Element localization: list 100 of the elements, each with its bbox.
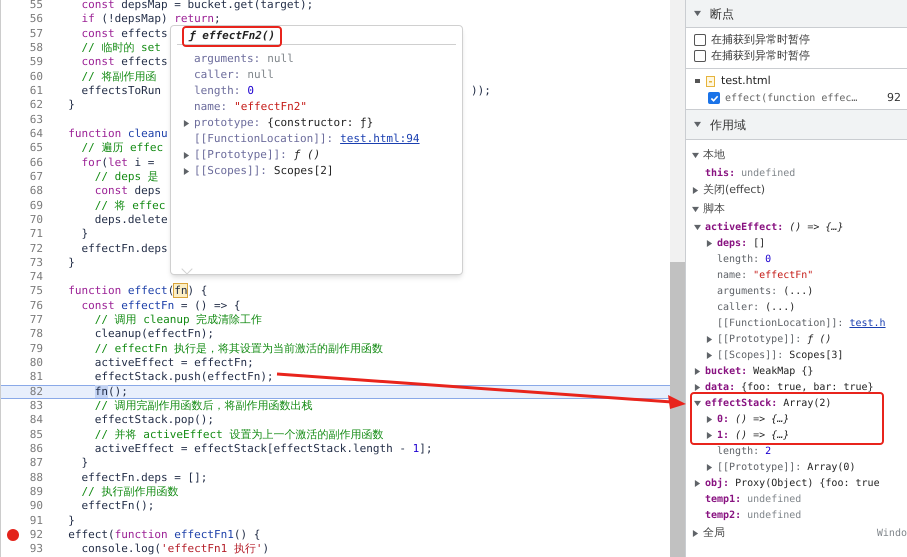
property-name: arguments:	[194, 50, 260, 67]
expand-triangle-icon[interactable]	[694, 400, 701, 406]
expand-triangle-icon[interactable]	[183, 168, 190, 174]
code-text: if (!depsMap) return;	[80, 11, 221, 28]
expand-triangle-icon[interactable]	[692, 152, 699, 159]
section-title: 作用域	[710, 116, 746, 134]
property-name: length:	[717, 444, 760, 458]
property-name: name:	[717, 268, 748, 282]
checkbox[interactable]	[694, 50, 706, 62]
expand-triangle-icon[interactable]	[183, 152, 190, 158]
property-name: [[Prototype]]:	[194, 146, 287, 163]
property-value: (...)	[783, 284, 814, 298]
line-number: 93	[30, 541, 43, 557]
line-number: 81	[30, 369, 43, 386]
code-text: console.log('effectFn1 执行')	[80, 541, 270, 557]
code-text: activeEffect = effectStack[effectStack.length - 1];	[94, 441, 433, 458]
line-number: 75	[30, 283, 43, 300]
section-title: 断点	[710, 6, 734, 22]
property-name: deps:	[717, 236, 748, 250]
section-header[interactable]: 作用域	[686, 110, 907, 140]
property-name: obj:	[705, 476, 730, 490]
scrollbar-thumb[interactable]	[670, 262, 685, 557]
expand-triangle-icon[interactable]	[694, 480, 701, 486]
property-value: Scopes[3]	[789, 348, 844, 362]
expand-triangle-icon[interactable]	[706, 352, 713, 358]
property-value[interactable]: test.h	[849, 316, 886, 330]
property-name: 1:	[717, 428, 730, 442]
property-name: [[Prototype]]:	[717, 460, 802, 474]
line-number: 85	[30, 426, 43, 443]
expand-triangle-icon[interactable]	[694, 10, 701, 17]
code-text: // deps 是	[94, 168, 159, 185]
line-number: 68	[30, 183, 43, 200]
property-name: 0:	[717, 412, 730, 426]
line-number: 65	[30, 140, 43, 156]
option-label: 在捕获到异常时暂停	[711, 48, 810, 64]
property-value: undefined	[747, 508, 802, 522]
expand-triangle-icon[interactable]	[706, 240, 713, 246]
property-value: () => {…}	[735, 428, 790, 442]
checkbox[interactable]	[694, 34, 706, 46]
expand-triangle-icon[interactable]	[694, 384, 701, 390]
scope-row[interactable]: 脚本	[686, 200, 907, 219]
property-value: ƒ ()	[294, 146, 320, 163]
line-number: 78	[30, 326, 43, 342]
line-number: 70	[30, 212, 43, 228]
property-value: null	[247, 66, 274, 83]
property-value: () => {…}	[789, 220, 844, 234]
line-number: 84	[30, 412, 43, 428]
line-number: 83	[30, 398, 43, 414]
line-number: 90	[30, 498, 43, 514]
property-name: [[FunctionLocation]]:	[194, 130, 334, 147]
expand-triangle-icon[interactable]	[706, 432, 713, 438]
property-value: []	[753, 236, 766, 250]
expand-triangle-icon[interactable]	[706, 416, 713, 422]
line-number: 89	[30, 484, 43, 500]
expand-triangle-icon[interactable]	[694, 368, 701, 374]
expand-triangle-icon[interactable]	[694, 121, 701, 128]
scrollbar-track[interactable]	[670, 0, 685, 557]
expand-triangle-icon[interactable]	[692, 530, 699, 536]
code-text: effectFn();	[80, 498, 154, 514]
line-number: 86	[30, 441, 43, 458]
property-name: name:	[194, 98, 228, 115]
line-number: 79	[30, 340, 43, 357]
line-number: 87	[30, 455, 43, 472]
checkbox[interactable]	[708, 92, 720, 104]
breakpoint-code: effect(function effec…	[725, 92, 858, 106]
code-text: // 临时的 set	[80, 40, 161, 56]
property-value: WeakMap {}	[753, 364, 814, 378]
expand-triangle-icon[interactable]	[183, 120, 190, 126]
expand-triangle-icon[interactable]	[694, 224, 701, 230]
code-text: function cleanu	[67, 126, 168, 142]
expand-triangle-icon[interactable]	[692, 206, 699, 213]
code-text: // effectFn 执行是，将其设置为当前激活的副作用函数	[94, 340, 384, 357]
line-number: 88	[30, 470, 43, 486]
line-number: 76	[30, 298, 43, 314]
code-text: cleanup(effectFn);	[94, 326, 214, 342]
code-text: }	[67, 97, 75, 114]
code-text: const effectFn = () => {	[80, 298, 240, 314]
code-text: const effects	[80, 26, 168, 42]
scope-row[interactable]: 关闭(effect)	[686, 181, 907, 200]
scope-value: Windo	[876, 526, 907, 540]
line-number: 56	[30, 11, 43, 28]
expand-triangle-icon[interactable]	[692, 187, 699, 194]
code-text: // 遍历 effec	[80, 140, 164, 156]
line-number: 55	[30, 0, 43, 13]
expand-triangle-icon[interactable]	[706, 336, 713, 342]
code-text: for(let i =	[80, 154, 154, 171]
property-name: bucket:	[705, 364, 748, 378]
scope-label: 本地	[703, 147, 725, 164]
scope-row[interactable]: 本地	[686, 146, 907, 165]
code-text: // 并将 activeEffect 设置为上一个激活的副作用函数	[94, 426, 384, 443]
section-header[interactable]: 断点	[686, 0, 907, 28]
line-number: 71	[30, 226, 43, 242]
line-number: 74	[30, 269, 43, 286]
property-value: (...)	[765, 300, 796, 314]
code-text: effectFn.deps	[80, 240, 168, 256]
line-number: 60	[30, 68, 43, 85]
code-text: effectStack.pop();	[94, 412, 214, 428]
scope-row[interactable]: 全局 Windo	[686, 523, 907, 543]
property-value[interactable]: test.html:94	[340, 130, 420, 148]
expand-triangle-icon[interactable]	[706, 464, 713, 470]
